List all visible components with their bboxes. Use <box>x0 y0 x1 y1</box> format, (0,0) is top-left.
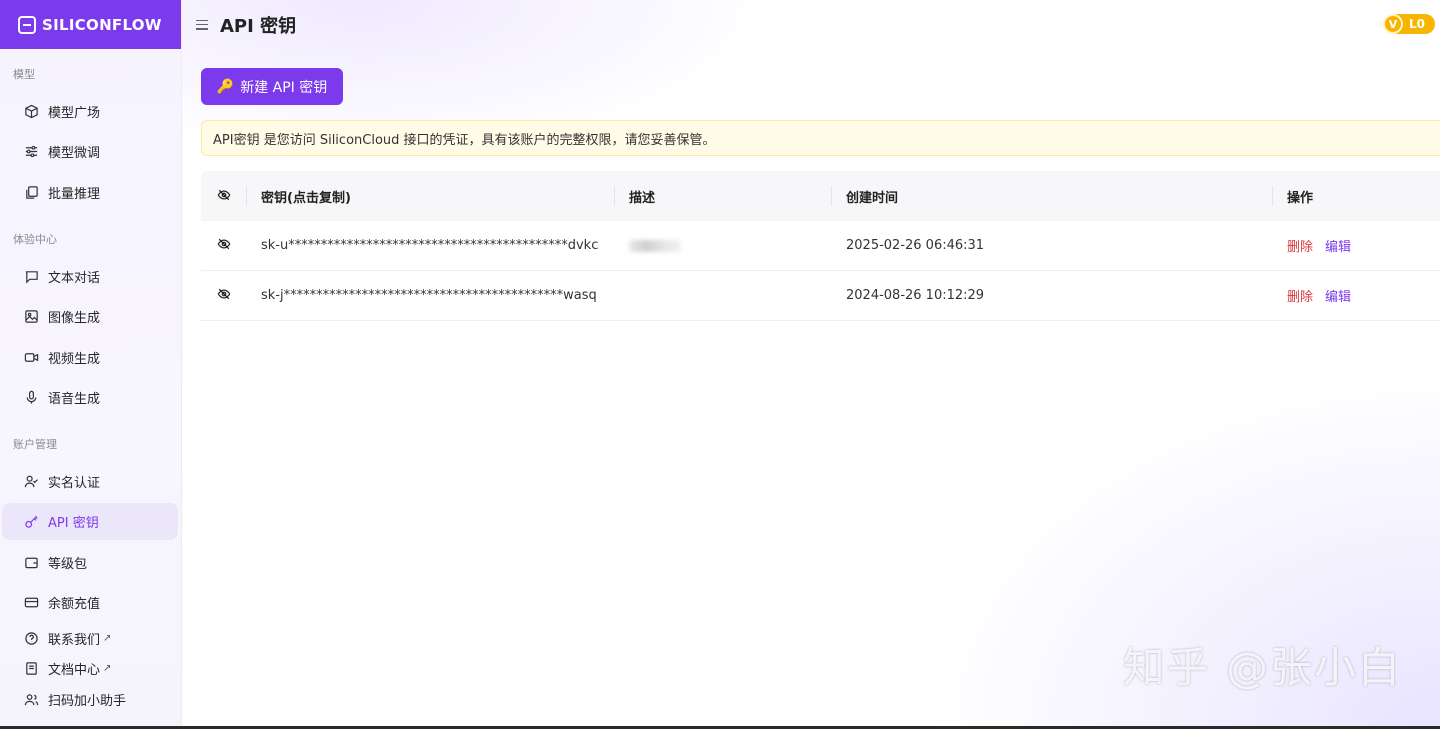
sidebar-item-level-package[interactable]: 等级包 <box>2 544 178 581</box>
row-actions: 删除 编辑 <box>1273 236 1440 255</box>
blurred-description <box>629 239 681 252</box>
doc-icon <box>23 660 39 676</box>
external-link-icon: ↗ <box>103 632 112 644</box>
sidebar-item-label: 余额充值 <box>48 597 101 612</box>
column-header-desc: 描述 <box>615 171 832 221</box>
page-header: API 密钥 V L0 <box>182 0 1440 49</box>
key-description <box>615 271 832 320</box>
new-api-key-button[interactable]: 🔑 新建 API 密钥 <box>201 68 343 105</box>
level-text: L0 <box>1409 17 1425 31</box>
section-label-experience: 体验中心 <box>13 233 57 246</box>
sidebar-item-label: 实名认证 <box>48 476 101 491</box>
vip-icon: V <box>1383 14 1403 34</box>
row-actions: 删除 编辑 <box>1273 286 1440 305</box>
toggle-all-visibility[interactable] <box>201 171 247 221</box>
logo-text: SILICONFLOW <box>42 15 162 34</box>
table-header: 密钥(点击复制) 描述 创建时间 操作 <box>201 171 1440 221</box>
new-api-key-label: 新建 API 密钥 <box>240 79 328 96</box>
sidebar-item-api-keys[interactable]: API 密钥 <box>2 503 178 540</box>
sidebar-item-assistant[interactable]: 扫码加小助手 <box>2 685 178 713</box>
sidebar-item-text-chat[interactable]: 文本对话 <box>2 258 178 295</box>
notice-text: API密钥 是您访问 SiliconCloud 接口的凭证，具有该账户的完整权限… <box>213 132 716 148</box>
column-header-key: 密钥(点击复制) <box>247 171 615 221</box>
sidebar-item-recharge[interactable]: 余额充值 <box>2 584 178 621</box>
sidebar-item-voice-gen[interactable]: 语音生成 <box>2 379 178 416</box>
chat-icon <box>23 269 39 285</box>
api-key-value[interactable]: sk-u************************************… <box>247 221 615 270</box>
table-row: sk-j************************************… <box>201 271 1440 321</box>
edit-button[interactable]: 编辑 <box>1325 236 1351 255</box>
sidebar-item-image-gen[interactable]: 图像生成 <box>2 298 178 335</box>
sidebar-item-label: 批量推理 <box>48 187 101 202</box>
eye-off-icon <box>217 187 231 206</box>
sidebar-item-label: 图像生成 <box>48 311 101 326</box>
section-label-account: 账户管理 <box>13 438 57 451</box>
created-time: 2025-02-26 06:46:31 <box>846 238 985 253</box>
sidebar-item-fine-tune[interactable]: 模型微调 <box>2 133 178 170</box>
column-header-time: 创建时间 <box>832 171 1273 221</box>
api-keys-table: 密钥(点击复制) 描述 创建时间 操作 sk-u****************… <box>201 171 1440 321</box>
column-header-ops: 操作 <box>1287 190 1314 206</box>
watermark: 知乎 @张小白 <box>1122 643 1402 692</box>
sidebar-item-label: 文档中心 <box>48 662 101 678</box>
created-time: 2024-08-26 10:12:29 <box>846 288 985 303</box>
sidebar-item-label: 扫码加小助手 <box>48 693 127 709</box>
sidebar-item-label: 语音生成 <box>48 392 101 407</box>
eye-off-icon <box>217 286 231 305</box>
sidebar-item-label: 模型广场 <box>48 106 101 121</box>
copy-icon <box>23 185 39 201</box>
menu-toggle-icon[interactable] <box>196 19 208 30</box>
sidebar-item-label: 视频生成 <box>48 352 101 367</box>
external-link-icon: ↗ <box>103 662 112 674</box>
level-badge[interactable]: V L0 <box>1383 14 1435 34</box>
users-icon <box>23 691 39 707</box>
card-icon <box>23 595 39 611</box>
help-circle-icon <box>23 630 39 646</box>
sidebar-item-batch-inference[interactable]: 批量推理 <box>2 174 178 211</box>
sidebar-item-label: 文本对话 <box>48 271 101 286</box>
eye-off-icon <box>217 236 231 255</box>
api-key-value[interactable]: sk-j************************************… <box>247 271 615 320</box>
sidebar-item-docs[interactable]: 文档中心 ↗ <box>2 654 178 682</box>
video-icon <box>23 350 39 366</box>
sidebar-item-model-square[interactable]: 模型广场 <box>2 93 178 130</box>
mic-icon <box>23 390 39 406</box>
delete-button[interactable]: 删除 <box>1287 286 1313 305</box>
sidebar-item-label: 模型微调 <box>48 146 101 161</box>
key-emoji-icon: 🔑 <box>216 78 235 95</box>
wallet-icon <box>23 555 39 571</box>
table-row: sk-u************************************… <box>201 221 1440 271</box>
image-icon <box>23 309 39 325</box>
sidebar-item-contact[interactable]: 联系我们 ↗ <box>2 624 178 652</box>
toggle-visibility[interactable] <box>201 221 247 270</box>
page-title: API 密钥 <box>220 15 297 37</box>
sidebar-item-label: API 密钥 <box>48 516 99 531</box>
user-check-icon <box>23 474 39 490</box>
delete-button[interactable]: 删除 <box>1287 236 1313 255</box>
key-description <box>615 221 832 270</box>
sidebar-item-video-gen[interactable]: 视频生成 <box>2 339 178 376</box>
section-label-models: 模型 <box>13 68 35 81</box>
sliders-icon <box>23 144 39 160</box>
security-notice: API密钥 是您访问 SiliconCloud 接口的凭证，具有该账户的完整权限… <box>201 120 1440 156</box>
sidebar-item-verification[interactable]: 实名认证 <box>2 463 178 500</box>
logo-icon <box>18 15 36 34</box>
edit-button[interactable]: 编辑 <box>1325 286 1351 305</box>
toggle-visibility[interactable] <box>201 271 247 320</box>
sidebar-item-label: 联系我们 <box>48 632 101 648</box>
cube-icon <box>23 104 39 120</box>
sidebar: SILICONFLOW 模型 模型广场 模型微调 批量推理 体验中心 文本对话 … <box>0 0 182 729</box>
sidebar-item-label: 等级包 <box>48 557 88 572</box>
key-icon <box>23 514 39 530</box>
logo[interactable]: SILICONFLOW <box>0 0 181 49</box>
